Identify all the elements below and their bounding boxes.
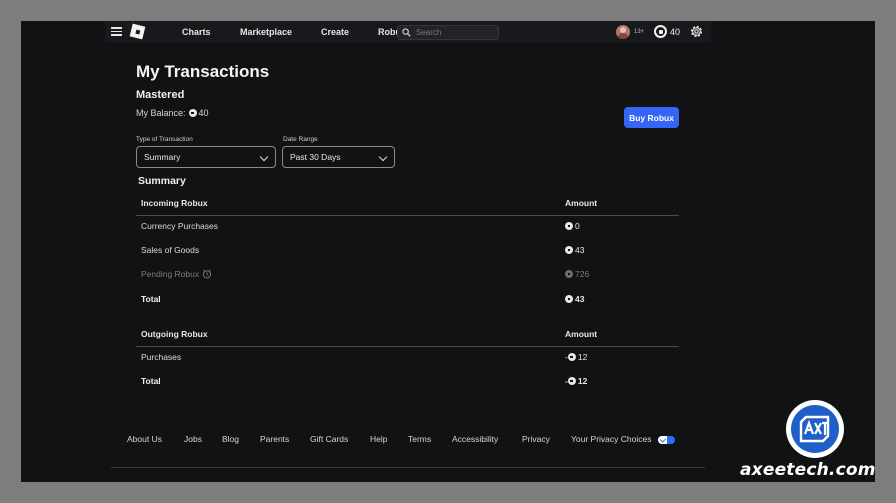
chevron-down-icon — [259, 152, 269, 162]
footer-link-gift-cards[interactable]: Gift Cards — [310, 434, 348, 444]
balance-value: 40 — [198, 108, 209, 118]
date-range-label: Date Range — [283, 136, 318, 143]
table-row-amount: - 12 — [565, 376, 587, 386]
summary-heading: Summary — [138, 175, 186, 187]
browser-viewport: Charts Marketplace Create Robux 13+ 40 M… — [21, 21, 875, 482]
table-row-label: Purchases — [141, 352, 182, 362]
incoming-header: Incoming Robux — [141, 198, 208, 208]
amount-value: 12 — [577, 376, 588, 386]
amount-value: 726 — [575, 269, 590, 279]
table-row-amount: 43 — [565, 294, 584, 304]
clock-icon[interactable] — [202, 269, 212, 279]
chevron-down-icon — [378, 152, 388, 162]
table-row-amount: 43 — [565, 245, 584, 255]
axeetech-logo — [786, 400, 844, 458]
outgoing-header: Outgoing Robux — [141, 329, 208, 339]
footer-link-about-us[interactable]: About Us — [127, 434, 162, 444]
footer-link-jobs[interactable]: Jobs — [184, 434, 202, 444]
robux-icon — [565, 270, 573, 278]
robux-icon — [565, 222, 573, 230]
robux-icon — [188, 109, 197, 117]
date-range-select[interactable]: Past 30 Days — [282, 146, 395, 168]
footer-link-help[interactable]: Help — [370, 434, 387, 444]
amount-value: 12 — [577, 352, 588, 362]
date-range-value: Past 30 Days — [290, 152, 341, 162]
main-content: My Transactions Mastered My Balance: 40 … — [21, 21, 875, 482]
transaction-type-value: Summary — [144, 152, 181, 162]
pending-robux-label: Pending Robux — [141, 269, 200, 279]
divider — [136, 215, 679, 216]
table-row-label: Currency Purchases — [141, 221, 219, 231]
robux-icon — [565, 246, 573, 254]
divider — [136, 346, 679, 347]
robux-icon — [565, 295, 573, 303]
axeetech-logo-badge — [791, 405, 839, 453]
username: Mastered — [136, 89, 185, 101]
transaction-type-select[interactable]: Summary — [136, 146, 276, 168]
pending-robux-row: Pending Robux — [141, 269, 212, 279]
table-row-label: Sales of Goods — [141, 245, 200, 255]
balance-line: My Balance: 40 — [136, 108, 209, 118]
watermark-text: axeetech.com — [740, 460, 876, 480]
amount-value: 0 — [575, 221, 580, 231]
footer-link-privacy[interactable]: Privacy — [522, 434, 550, 444]
robux-icon — [567, 353, 576, 361]
robux-icon — [567, 377, 576, 385]
footer-link-terms[interactable]: Terms — [408, 434, 431, 444]
transaction-type-label: Type of Transaction — [136, 136, 193, 143]
table-row-amount: - 12 — [565, 352, 587, 362]
page-title: My Transactions — [136, 62, 270, 81]
privacy-choices-icon[interactable] — [658, 436, 675, 444]
table-row-label: Total — [141, 294, 161, 304]
axeetech-logo-icon — [799, 415, 830, 443]
table-row-amount: 726 — [565, 269, 589, 279]
balance-label: My Balance: — [136, 108, 186, 118]
table-row-label: Total — [141, 376, 161, 386]
footer-link-privacy-choices[interactable]: Your Privacy Choices — [571, 434, 651, 444]
buy-robux-button[interactable]: Buy Robux — [624, 107, 679, 128]
incoming-amount-header: Amount — [565, 198, 598, 208]
footer-link-blog[interactable]: Blog — [222, 434, 239, 444]
footer-divider — [111, 467, 705, 468]
amount-value: 43 — [575, 294, 585, 304]
amount-value: 43 — [575, 245, 585, 255]
footer-link-accessibility[interactable]: Accessibility — [452, 434, 498, 444]
table-row-amount: 0 — [565, 221, 580, 231]
outgoing-amount-header: Amount — [565, 329, 598, 339]
footer-link-parents[interactable]: Parents — [260, 434, 289, 444]
